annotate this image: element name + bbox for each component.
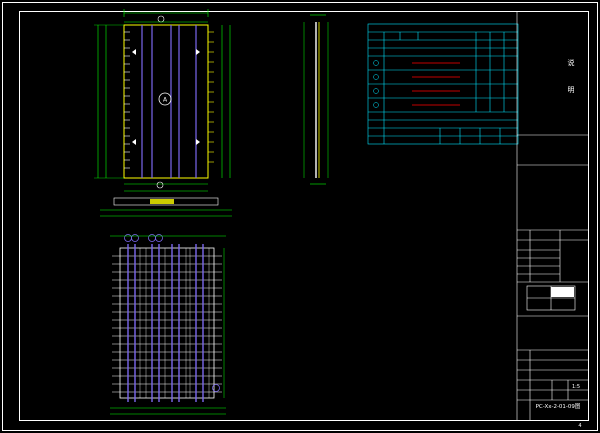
scale-value: 1:5 xyxy=(572,384,580,390)
material-table xyxy=(367,23,519,145)
notes-title-char-2: 明 xyxy=(568,86,575,94)
drawing-number: PC-Xx-2-01-09图 xyxy=(536,402,581,410)
side-view xyxy=(303,14,329,185)
notes-title-char-1: 说 xyxy=(568,58,575,67)
plan-view: A xyxy=(94,9,232,217)
cad-drawing-canvas: A 说 明 PC-Xx-2-01-09图 1:5 4 xyxy=(2,2,598,431)
sheet-page-number: 4 xyxy=(578,423,581,429)
title-block xyxy=(516,11,588,420)
reinforcement-view xyxy=(110,234,226,415)
center-mark-label: A xyxy=(163,97,168,104)
outer-frame xyxy=(2,2,598,431)
